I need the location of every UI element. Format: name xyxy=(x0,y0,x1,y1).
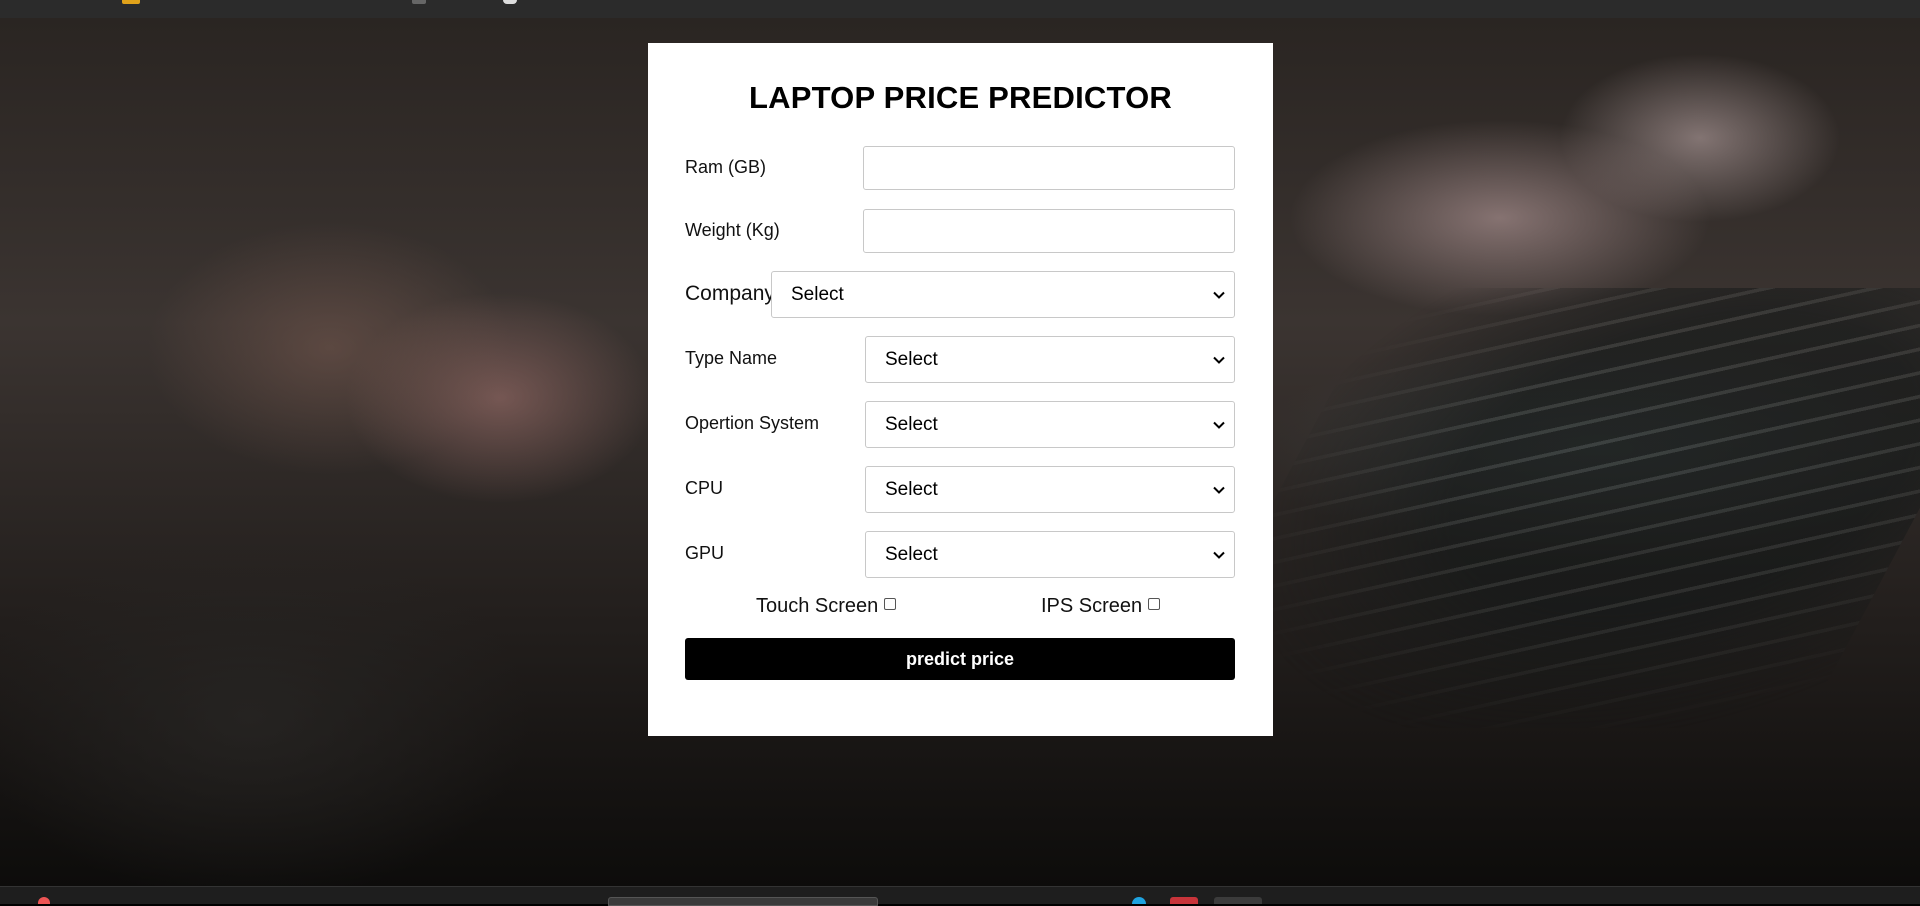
chevron-down-icon xyxy=(1208,291,1230,299)
page-title: LAPTOP PRICE PREDICTOR xyxy=(749,80,1172,115)
ram-input[interactable] xyxy=(863,146,1235,190)
company-select[interactable]: Select xyxy=(771,271,1235,318)
touch-screen-option: Touch Screen xyxy=(756,595,897,618)
browser-top-bar xyxy=(0,0,1920,18)
ips-screen-option: IPS Screen xyxy=(1041,595,1161,618)
browser-tab-icon[interactable] xyxy=(412,0,426,4)
type-name-selected-value: Select xyxy=(885,348,938,370)
browser-tab-icon[interactable] xyxy=(503,0,517,4)
taskbar xyxy=(0,886,1920,906)
type-name-label: Type Name xyxy=(685,348,778,368)
chevron-down-icon xyxy=(1208,486,1230,494)
touch-screen-checkbox[interactable] xyxy=(884,597,897,610)
predictor-form-card: LAPTOP PRICE PREDICTOR Ram (GB) Weight (… xyxy=(648,43,1273,736)
os-label: Opertion System xyxy=(685,413,820,433)
ips-screen-label: IPS Screen xyxy=(1041,595,1143,617)
cpu-selected-value: Select xyxy=(885,478,938,500)
weight-input[interactable] xyxy=(863,209,1235,253)
chevron-down-icon xyxy=(1208,421,1230,429)
chevron-down-icon xyxy=(1208,356,1230,364)
gpu-select[interactable]: Select xyxy=(865,531,1235,578)
ips-screen-checkbox[interactable] xyxy=(1148,597,1161,610)
os-select[interactable]: Select xyxy=(865,401,1235,448)
ram-label: Ram (GB) xyxy=(685,157,766,177)
cpu-select[interactable]: Select xyxy=(865,466,1235,513)
company-selected-value: Select xyxy=(791,283,844,305)
company-label: Company xyxy=(685,282,775,305)
predict-price-button[interactable]: predict price xyxy=(685,638,1235,680)
weight-label: Weight (Kg) xyxy=(685,220,780,240)
cpu-label: CPU xyxy=(685,478,724,498)
gpu-selected-value: Select xyxy=(885,543,938,565)
type-name-select[interactable]: Select xyxy=(865,336,1235,383)
os-selected-value: Select xyxy=(885,413,938,435)
touch-screen-label: Touch Screen xyxy=(756,595,879,617)
chevron-down-icon xyxy=(1208,551,1230,559)
browser-tab-icon[interactable] xyxy=(122,0,140,4)
taskbar-search-box[interactable] xyxy=(608,897,878,906)
gpu-label: GPU xyxy=(685,543,725,563)
